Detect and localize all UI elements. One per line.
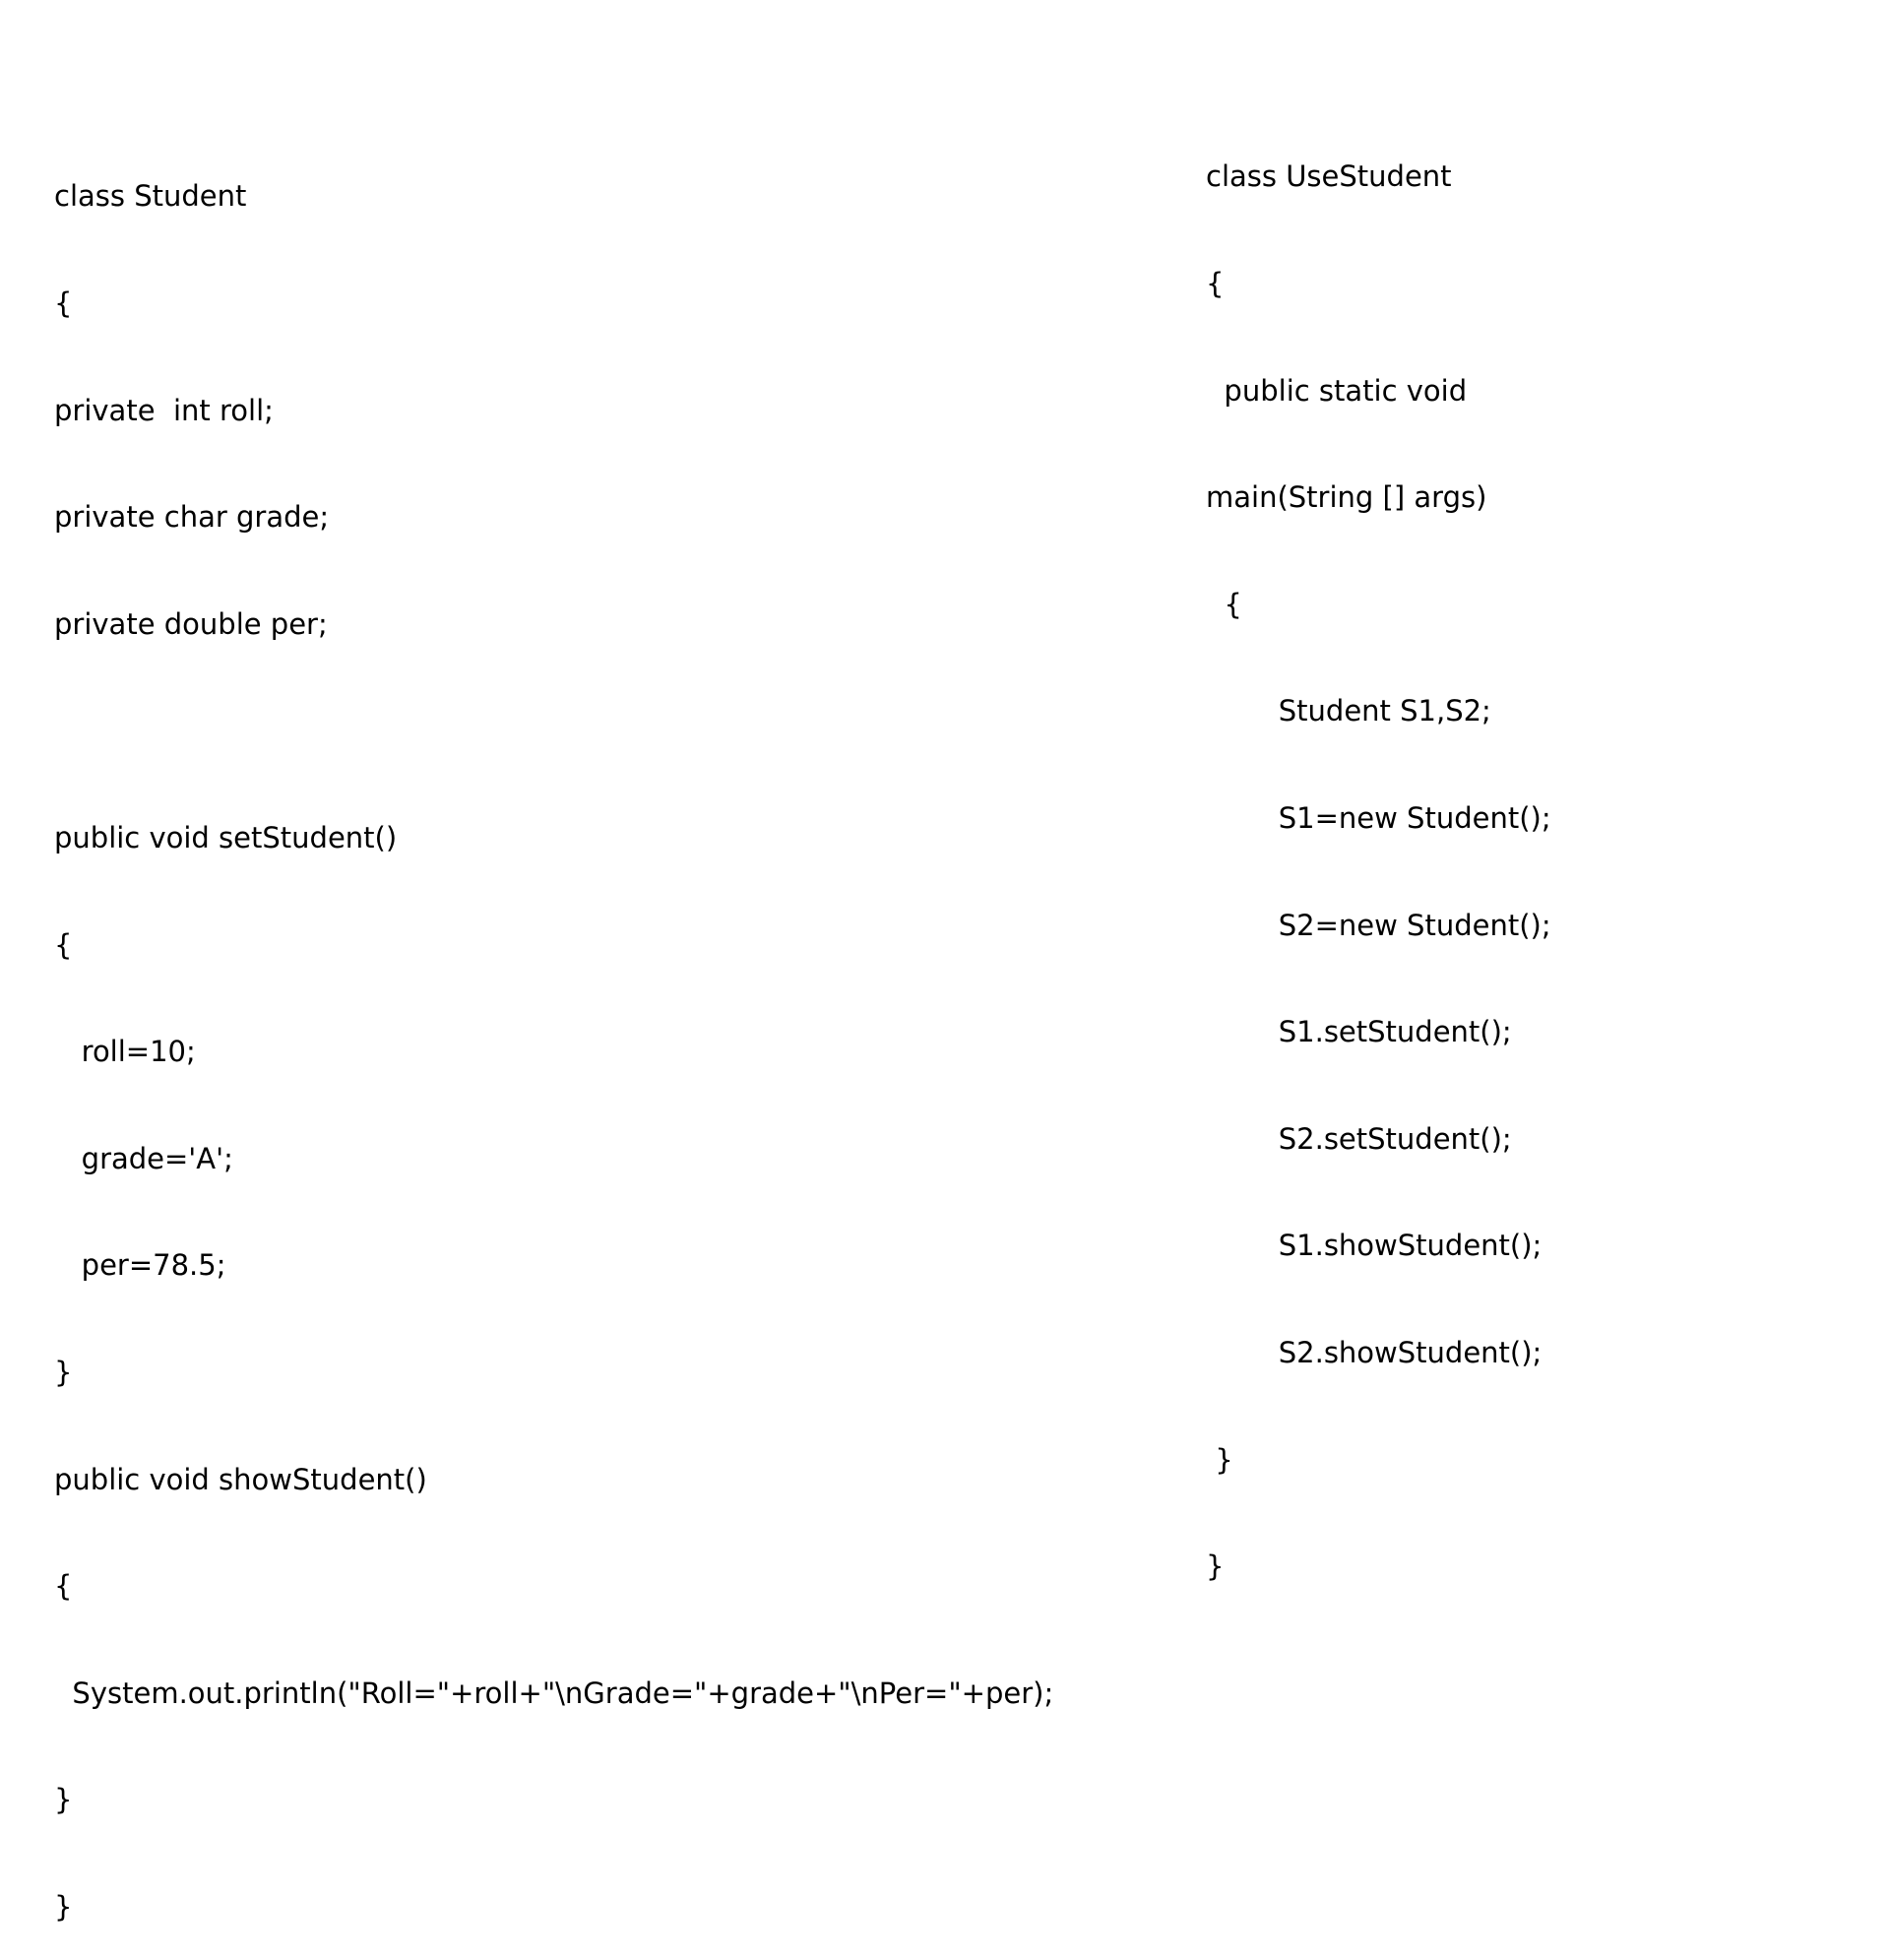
code-line: } [54, 1889, 73, 1924]
code-line: S2.showStudent(); [1206, 1335, 1543, 1369]
code-line: S2.setStudent(); [1206, 1121, 1512, 1156]
code-line: class Student [54, 179, 247, 214]
student-class-code: class Student { private int roll; privat… [54, 107, 1053, 1960]
code-line: } [54, 1783, 73, 1817]
code-line: } [1206, 1442, 1233, 1477]
code-line: per=78.5; [54, 1248, 226, 1283]
code-line: public void setStudent() [54, 820, 398, 854]
code-line: roll=10; [54, 1035, 196, 1069]
code-line: { [54, 1569, 73, 1604]
code-line: S1.showStudent(); [1206, 1229, 1543, 1263]
code-line: Student S1,S2; [1206, 694, 1491, 728]
code-line: } [1206, 1549, 1225, 1584]
code-line: public static void [1206, 373, 1468, 408]
code-line: { [1206, 267, 1225, 300]
code-line: } [54, 1355, 73, 1389]
code-line: private double per; [54, 606, 328, 641]
code-line: S2=new Student(); [1206, 908, 1551, 942]
code-line: S1=new Student(); [1206, 800, 1551, 835]
use-student-class-code: class UseStudent { public static void ma… [1206, 88, 1551, 1620]
code-line: public void showStudent() [54, 1462, 427, 1496]
code-line: class UseStudent [1206, 159, 1452, 194]
code-line: { [54, 927, 73, 962]
code-line: private int roll; [54, 393, 274, 427]
code-line: System.out.println("Roll="+roll+"\nGrade… [54, 1675, 1054, 1710]
code-line: main(String [] args) [1206, 480, 1487, 515]
code-line: { [54, 286, 73, 320]
code-line: S1.setStudent(); [1206, 1015, 1512, 1049]
code-line: grade='A'; [54, 1141, 233, 1175]
code-line: { [1206, 587, 1242, 621]
code-line: private char grade; [54, 500, 330, 535]
